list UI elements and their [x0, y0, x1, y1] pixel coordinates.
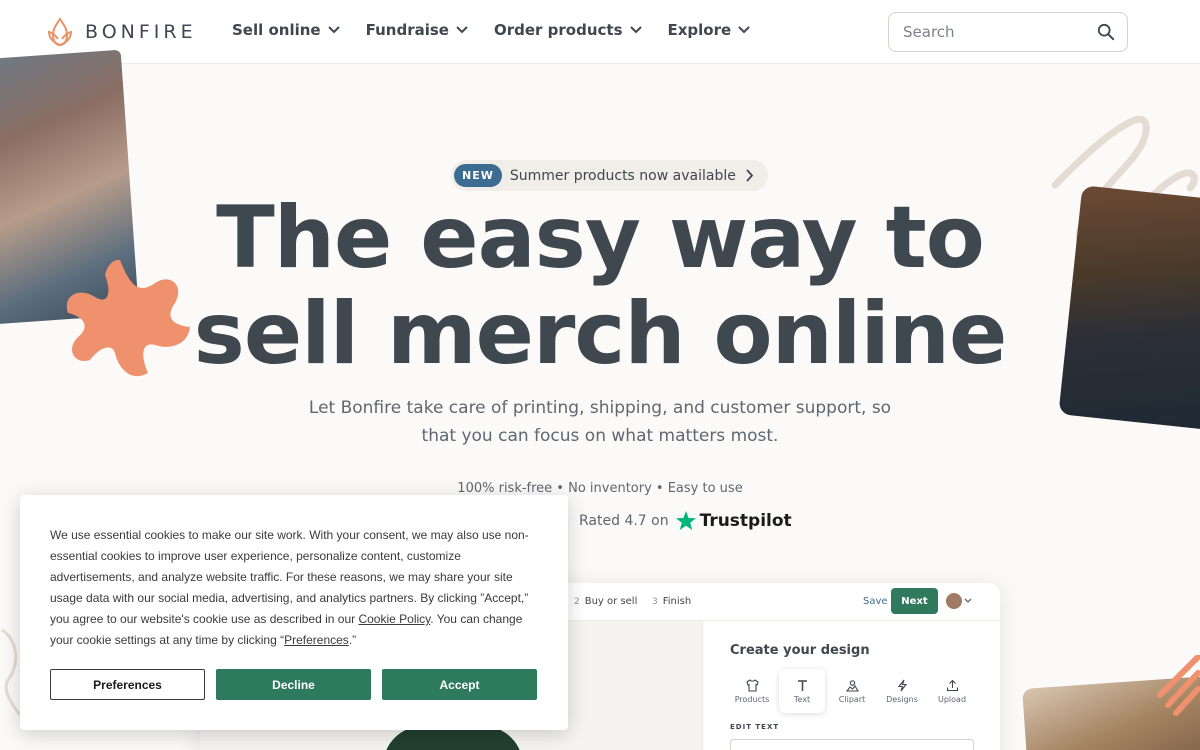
tool-label: Designs	[886, 694, 918, 704]
preferences-button[interactable]: Preferences	[50, 669, 205, 700]
trustpilot-rating: Rated 4.7 on Trustpilot	[579, 510, 792, 532]
nav-label: Sell online	[232, 21, 321, 39]
chevron-down-icon	[327, 26, 340, 34]
tool-upload: Upload	[929, 669, 975, 713]
new-badge: NEW	[454, 164, 502, 187]
search-input[interactable]	[903, 23, 1097, 41]
trustpilot-label: Trustpilot	[699, 511, 792, 531]
design-tools: Products Text Clipart Designs Upload	[729, 669, 975, 713]
rating-text: Rated 4.7 on	[579, 513, 669, 529]
avatar	[946, 593, 962, 609]
tool-label: Upload	[937, 694, 967, 704]
logo-wordmark: BONFIRE	[85, 21, 197, 43]
lightning-icon	[897, 679, 907, 691]
step-number: 2	[574, 596, 580, 607]
accept-button[interactable]: Accept	[382, 669, 537, 700]
star-icon	[675, 511, 696, 530]
tool-clipart: Clipart	[829, 669, 875, 713]
nav-order-products[interactable]: Order products	[494, 21, 642, 39]
tool-label: Products	[734, 694, 770, 704]
tool-designs: Designs	[879, 669, 925, 713]
text-icon	[797, 679, 807, 691]
tool-text: Text	[779, 669, 825, 713]
preferences-link[interactable]: Preferences	[284, 633, 349, 647]
announcement-pill[interactable]: NEW Summer products now available	[451, 160, 768, 191]
save-link: Save	[863, 596, 888, 607]
design-panel: Create your design Products Text Clipart…	[702, 621, 1000, 750]
nav-label: Order products	[493, 21, 623, 39]
chevron-down-icon	[738, 26, 750, 34]
nav-sell-online[interactable]: Sell online	[232, 21, 340, 39]
edit-text-field	[730, 739, 974, 750]
cookie-message: We use essential cookies to make our sit…	[50, 525, 540, 651]
clipart-icon	[845, 679, 859, 692]
tool-label: Clipart	[838, 694, 866, 704]
cookie-policy-link[interactable]: Cookie Policy	[358, 612, 430, 626]
chevron-down-icon	[629, 26, 642, 34]
tool-label: Text	[793, 694, 811, 704]
step-label: Buy or sell	[584, 596, 638, 607]
cookie-text-end: .”	[348, 633, 357, 647]
step-finish: 3 Finish	[652, 596, 691, 607]
decline-button[interactable]: Decline	[216, 669, 371, 700]
bonfire-logo[interactable]: BONFIRE	[47, 17, 197, 47]
nav-label: Explore	[667, 21, 732, 39]
tool-products: Products	[729, 669, 775, 713]
main-nav: Sell online Fundraise Order products Exp…	[232, 21, 750, 39]
headline-line-2: sell merch online	[193, 284, 1008, 384]
cookie-consent-banner: We use essential cookies to make our sit…	[20, 495, 568, 730]
nav-explore[interactable]: Explore	[668, 21, 751, 39]
chevron-down-icon	[456, 26, 468, 34]
step-buy-or-sell: 2 Buy or sell	[574, 596, 637, 607]
site-header: BONFIRE Sell online Fundraise Order prod…	[0, 0, 1200, 64]
shirt-icon	[745, 678, 759, 692]
nav-fundraise[interactable]: Fundraise	[366, 21, 468, 39]
hero-photo-woman-sweatshirt	[1058, 185, 1200, 431]
hero-subhead: Let Bonfire take care of printing, shipp…	[308, 398, 892, 446]
step-label: Finish	[662, 596, 692, 607]
trustpilot-logo[interactable]: Trustpilot	[675, 510, 792, 532]
search-icon[interactable]	[1097, 22, 1115, 42]
next-button: Next	[891, 588, 938, 614]
edit-text-label: EDIT TEXT	[730, 723, 780, 731]
announcement-text: Summer products now available	[509, 167, 736, 184]
chevron-right-icon	[746, 169, 754, 182]
nav-label: Fundraise	[365, 21, 449, 39]
feature-list: 100% risk-free • No inventory • Easy to …	[457, 481, 743, 496]
search-box	[888, 12, 1128, 52]
hero-headline: The easy way to sell merch online	[150, 190, 1050, 382]
flame-logo-icon	[47, 17, 73, 47]
panel-title: Create your design	[730, 643, 870, 658]
step-number: 3	[652, 596, 658, 607]
upload-icon	[946, 679, 958, 691]
headline-line-1: The easy way to	[216, 188, 985, 288]
chevron-down-icon	[964, 598, 972, 603]
orange-stripes-decoration	[1157, 655, 1200, 716]
